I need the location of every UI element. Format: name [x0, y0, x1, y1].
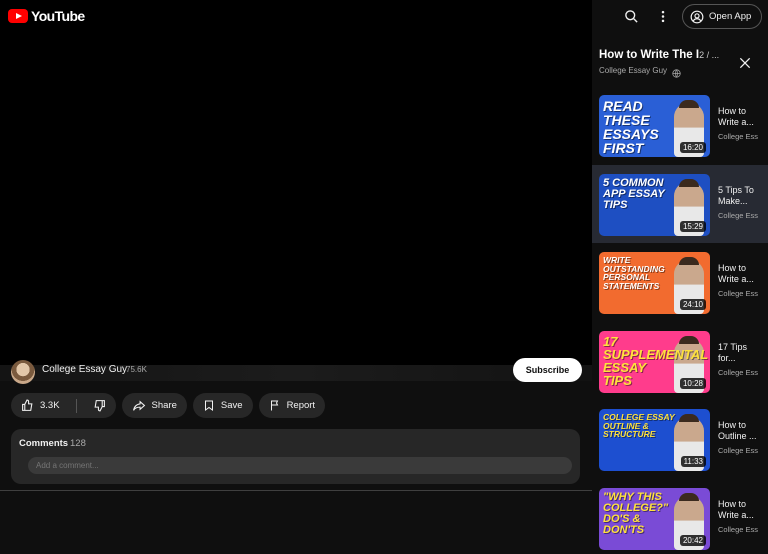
video-thumbnail[interactable]: READ THESE ESSAYS FIRST 16:20: [599, 95, 710, 157]
open-app-label: Open App: [709, 11, 752, 22]
video-thumbnail[interactable]: "WHY THIS COLLEGE?" DO'S & DON'TS 20:42: [599, 487, 710, 550]
close-icon[interactable]: [738, 56, 752, 75]
video-thumbnail[interactable]: 5 COMMON APP ESSAY TIPS 15:29: [599, 173, 710, 236]
playlist-item-channel: College Ess: [718, 132, 759, 141]
playlist-items: READ THESE ESSAYS FIRST 16:20 How to Write…: [592, 86, 768, 554]
thumbnail-text: "WHY THIS COLLEGE?" DO'S & DON'TS: [603, 490, 669, 536]
save-label: Save: [220, 400, 243, 411]
add-comment-input[interactable]: [28, 457, 572, 474]
globe-icon: [672, 65, 681, 83]
playlist-position: 2 / ...: [699, 50, 720, 60]
comments-count: 128: [70, 438, 86, 449]
playlist-item-title[interactable]: How to Write a...: [718, 263, 764, 285]
video-thumbnail[interactable]: WRITE OUTSTANDING PERSONAL STATEMENTS 24:…: [599, 252, 710, 314]
search-icon[interactable]: [624, 9, 639, 29]
playlist-item[interactable]: 17 SUPPLEMENTAL ESSAY TIPS 10:28 17 Tips f…: [592, 322, 768, 401]
video-duration: 20:42: [679, 534, 706, 546]
thumbnail-text: 5 COMMON APP ESSAY TIPS: [603, 176, 665, 211]
video-thumbnail[interactable]: COLLEGE ESSAY OUTLINE & STRUCTURE 11:33: [599, 409, 710, 471]
channel-avatar[interactable]: [11, 360, 35, 384]
playlist-item[interactable]: 5 COMMON APP ESSAY TIPS 15:29 5 Tips To Ma…: [592, 164, 768, 243]
playlist-panel: Open App How to Write The I2 / ... Colle…: [592, 0, 768, 554]
video-duration: 24:10: [679, 299, 706, 310]
playlist-item-channel: College Ess: [718, 446, 759, 455]
playlist-item-title[interactable]: How to Outline ...: [718, 420, 764, 442]
logo-text: YouTube: [31, 8, 85, 24]
playlist-item-channel: College Ess: [718, 367, 759, 377]
thumbs-down-icon: [93, 399, 106, 412]
playlist-item-channel: College Ess: [718, 289, 759, 298]
playlist-title: How to Write The I2 / ...: [599, 49, 727, 61]
like-button[interactable]: 3.3K: [11, 393, 70, 418]
account-icon: [690, 10, 704, 24]
thumbnail-text: READ THESE ESSAYS FIRST: [603, 98, 659, 156]
video-duration: 16:20: [679, 142, 706, 153]
comments-title: Comments: [19, 438, 69, 449]
subscriber-count: 75.6K: [126, 365, 147, 374]
youtube-logo[interactable]: YouTube: [8, 8, 85, 24]
playlist-item-title[interactable]: 17 Tips for...: [718, 342, 764, 364]
channel-row: College Essay Guy 75.6K Subscribe: [0, 358, 592, 384]
video-player[interactable]: YouTube: [0, 0, 592, 365]
share-label: Share: [151, 400, 177, 411]
playlist-item[interactable]: "WHY THIS COLLEGE?" DO'S & DON'TS 20:42 Ho…: [592, 479, 768, 554]
more-options-icon[interactable]: [660, 9, 666, 29]
like-dislike-group: 3.3K: [11, 393, 116, 418]
playlist-item[interactable]: WRITE OUTSTANDING PERSONAL STATEMENTS 24:…: [592, 243, 768, 322]
playlist-channel: College Essay Guy: [599, 66, 668, 75]
comments-section[interactable]: Comments 128: [11, 429, 580, 484]
video-thumbnail[interactable]: 17 SUPPLEMENTAL ESSAY TIPS 10:28: [599, 330, 710, 393]
like-divider: [75, 398, 77, 413]
like-count: 3.3K: [40, 400, 60, 411]
section-divider: [0, 490, 592, 491]
save-button[interactable]: Save: [192, 393, 253, 418]
video-details: College Essay Guy 75.6K Subscribe 3.3K S: [0, 358, 592, 554]
playlist-title-text: How to Write The I: [599, 49, 700, 61]
playlist-item-title[interactable]: How to Write a...: [718, 106, 764, 128]
playlist-item-title[interactable]: 5 Tips To Make...: [718, 185, 764, 207]
report-label: Report: [286, 400, 316, 411]
share-button[interactable]: Share: [121, 393, 187, 418]
dislike-button[interactable]: [83, 393, 116, 418]
playlist-item-title[interactable]: How to Write a...: [718, 499, 764, 521]
report-button[interactable]: Report: [258, 393, 326, 418]
playlist-item[interactable]: READ THESE ESSAYS FIRST 16:20 How to Write…: [592, 86, 768, 165]
flag-icon: [269, 399, 281, 412]
playlist-item-channel: College Ess: [718, 210, 759, 220]
open-app-button[interactable]: Open App: [682, 4, 762, 29]
thumbnail-text: 17 SUPPLEMENTAL ESSAY TIPS: [603, 333, 708, 388]
playlist-item[interactable]: COLLEGE ESSAY OUTLINE & STRUCTURE 11:33 Ho…: [592, 400, 768, 479]
playlist-item-channel: College Ess: [718, 524, 759, 534]
top-bar: Open App: [592, 0, 768, 33]
channel-name[interactable]: College Essay Guy: [42, 364, 127, 375]
subscribe-button[interactable]: Subscribe: [513, 358, 582, 382]
video-duration: 10:28: [679, 377, 706, 389]
thumbnail-text: COLLEGE ESSAY OUTLINE & STRUCTURE: [603, 412, 675, 439]
thumbs-up-icon: [21, 399, 34, 412]
youtube-play-icon: [8, 9, 28, 23]
share-icon: [132, 399, 146, 412]
video-duration: 15:29: [679, 220, 706, 232]
bookmark-icon: [203, 399, 215, 412]
thumbnail-text: WRITE OUTSTANDING PERSONAL STATEMENTS: [603, 255, 665, 291]
video-duration: 11:33: [680, 456, 706, 467]
action-bar: 3.3K Share Save Report: [11, 393, 326, 418]
